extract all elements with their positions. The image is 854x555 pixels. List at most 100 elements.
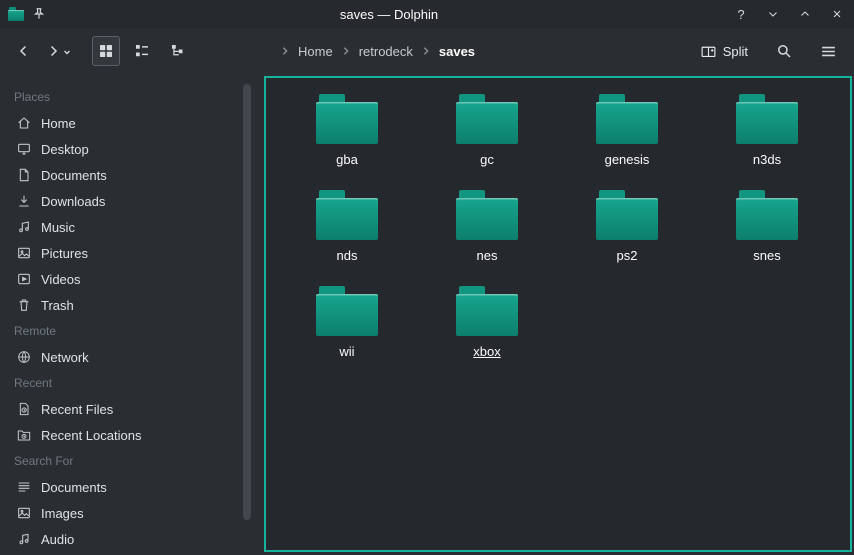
home-icon bbox=[16, 115, 32, 131]
chevron-right-icon bbox=[341, 46, 351, 56]
back-button[interactable] bbox=[10, 36, 38, 66]
sidebar-scrollbar[interactable] bbox=[240, 74, 254, 555]
folder-icon bbox=[316, 190, 378, 240]
titlebar: saves — Dolphin ? bbox=[0, 0, 854, 28]
sidebar-item-label: Music bbox=[41, 220, 75, 235]
sidebar-item-label: Recent Locations bbox=[41, 428, 141, 443]
sidebar-item-trash[interactable]: Trash bbox=[10, 292, 240, 318]
folder-item[interactable]: nes bbox=[417, 188, 557, 284]
trash-icon bbox=[16, 297, 32, 313]
sidebar-item-desktop[interactable]: Desktop bbox=[10, 136, 240, 162]
chevron-right-icon bbox=[421, 46, 431, 56]
app-icon bbox=[8, 7, 24, 21]
folder-label: nes bbox=[477, 248, 498, 263]
folder-icon bbox=[736, 190, 798, 240]
sidebar-item-search-audio[interactable]: Audio bbox=[10, 526, 240, 552]
recent-locations-icon bbox=[16, 427, 32, 443]
sidebar-item-downloads[interactable]: Downloads bbox=[10, 188, 240, 214]
folder-item-selected[interactable]: xbox bbox=[417, 284, 557, 380]
places-panel: Places Home Desktop Documents Downloads … bbox=[0, 74, 240, 555]
sidebar-item-videos[interactable]: Videos bbox=[10, 266, 240, 292]
sidebar-item-pictures[interactable]: Pictures bbox=[10, 240, 240, 266]
folder-icon bbox=[456, 94, 518, 144]
folder-item[interactable]: genesis bbox=[557, 92, 697, 188]
hamburger-icon bbox=[819, 42, 838, 61]
chevron-down-icon bbox=[767, 8, 779, 20]
network-icon bbox=[16, 349, 32, 365]
sidebar-item-label: Network bbox=[41, 350, 89, 365]
chevron-right-icon bbox=[280, 46, 290, 56]
icons-view-icon bbox=[97, 42, 115, 60]
folder-item[interactable]: gc bbox=[417, 92, 557, 188]
sidebar-item-label: Documents bbox=[41, 480, 107, 495]
search-icon bbox=[775, 42, 793, 60]
breadcrumb-retrodeck[interactable]: retrodeck bbox=[357, 42, 415, 61]
split-view-icon bbox=[700, 43, 717, 60]
search-audio-icon bbox=[16, 531, 32, 547]
folder-grid: gba gc genesis n3ds nds nes bbox=[266, 78, 850, 380]
folder-item[interactable]: gba bbox=[277, 92, 417, 188]
tree-view-button[interactable] bbox=[164, 36, 192, 66]
folder-item[interactable]: snes bbox=[697, 188, 837, 284]
scrollbar-thumb[interactable] bbox=[243, 84, 251, 520]
music-icon bbox=[16, 219, 32, 235]
folder-icon bbox=[736, 94, 798, 144]
folder-item[interactable]: wii bbox=[277, 284, 417, 380]
forward-button[interactable] bbox=[40, 36, 76, 66]
minimize-button[interactable] bbox=[764, 5, 782, 23]
sidebar-item-network[interactable]: Network bbox=[10, 344, 240, 370]
folder-label: genesis bbox=[605, 152, 650, 167]
folder-item[interactable]: ps2 bbox=[557, 188, 697, 284]
search-button[interactable] bbox=[770, 36, 798, 66]
window-title: saves — Dolphin bbox=[54, 7, 724, 22]
breadcrumb: Home retrodeck saves bbox=[280, 42, 692, 61]
sidebar-item-search-documents[interactable]: Documents bbox=[10, 474, 240, 500]
section-title-remote: Remote bbox=[10, 318, 240, 344]
folder-label: xbox bbox=[473, 344, 500, 359]
section-title-search-for: Search For bbox=[10, 448, 240, 474]
content-area: Places Home Desktop Documents Downloads … bbox=[0, 74, 854, 555]
folder-icon bbox=[596, 94, 658, 144]
sidebar-item-label: Images bbox=[41, 506, 84, 521]
folder-item[interactable]: nds bbox=[277, 188, 417, 284]
document-icon bbox=[16, 167, 32, 183]
sidebar-item-label: Downloads bbox=[41, 194, 105, 209]
sidebar-item-label: Documents bbox=[41, 168, 107, 183]
folder-label: wii bbox=[339, 344, 354, 359]
sidebar-item-recent-locations[interactable]: Recent Locations bbox=[10, 422, 240, 448]
sidebar-item-search-images[interactable]: Images bbox=[10, 500, 240, 526]
pin-icon[interactable] bbox=[32, 7, 46, 21]
folder-icon bbox=[456, 286, 518, 336]
desktop-icon bbox=[16, 141, 32, 157]
folder-label: gba bbox=[336, 152, 358, 167]
videos-icon bbox=[16, 271, 32, 287]
help-button[interactable]: ? bbox=[732, 5, 750, 23]
compact-view-button[interactable] bbox=[128, 36, 156, 66]
sidebar-item-label: Recent Files bbox=[41, 402, 113, 417]
compact-view-icon bbox=[133, 42, 151, 60]
forward-icon bbox=[44, 42, 62, 60]
search-documents-icon bbox=[16, 479, 32, 495]
sidebar-item-music[interactable]: Music bbox=[10, 214, 240, 240]
hamburger-menu-button[interactable] bbox=[814, 36, 842, 66]
breadcrumb-home[interactable]: Home bbox=[296, 42, 335, 61]
sidebar-item-label: Desktop bbox=[41, 142, 89, 157]
sidebar-item-home[interactable]: Home bbox=[10, 110, 240, 136]
breadcrumb-saves[interactable]: saves bbox=[437, 42, 477, 61]
folder-item[interactable]: n3ds bbox=[697, 92, 837, 188]
close-button[interactable] bbox=[828, 5, 846, 23]
maximize-button[interactable] bbox=[796, 5, 814, 23]
split-button[interactable]: Split bbox=[694, 39, 754, 64]
sidebar-item-recent-files[interactable]: Recent Files bbox=[10, 396, 240, 422]
icons-view-button[interactable] bbox=[92, 36, 120, 66]
sidebar-item-label: Pictures bbox=[41, 246, 88, 261]
folder-icon bbox=[316, 94, 378, 144]
folder-label: snes bbox=[753, 248, 780, 263]
split-label: Split bbox=[723, 44, 748, 59]
section-title-places: Places bbox=[10, 84, 240, 110]
tree-view-icon bbox=[169, 42, 187, 60]
toolbar: Home retrodeck saves Split bbox=[0, 28, 854, 74]
pictures-icon bbox=[16, 245, 32, 261]
sidebar-item-documents[interactable]: Documents bbox=[10, 162, 240, 188]
folder-icon bbox=[316, 286, 378, 336]
